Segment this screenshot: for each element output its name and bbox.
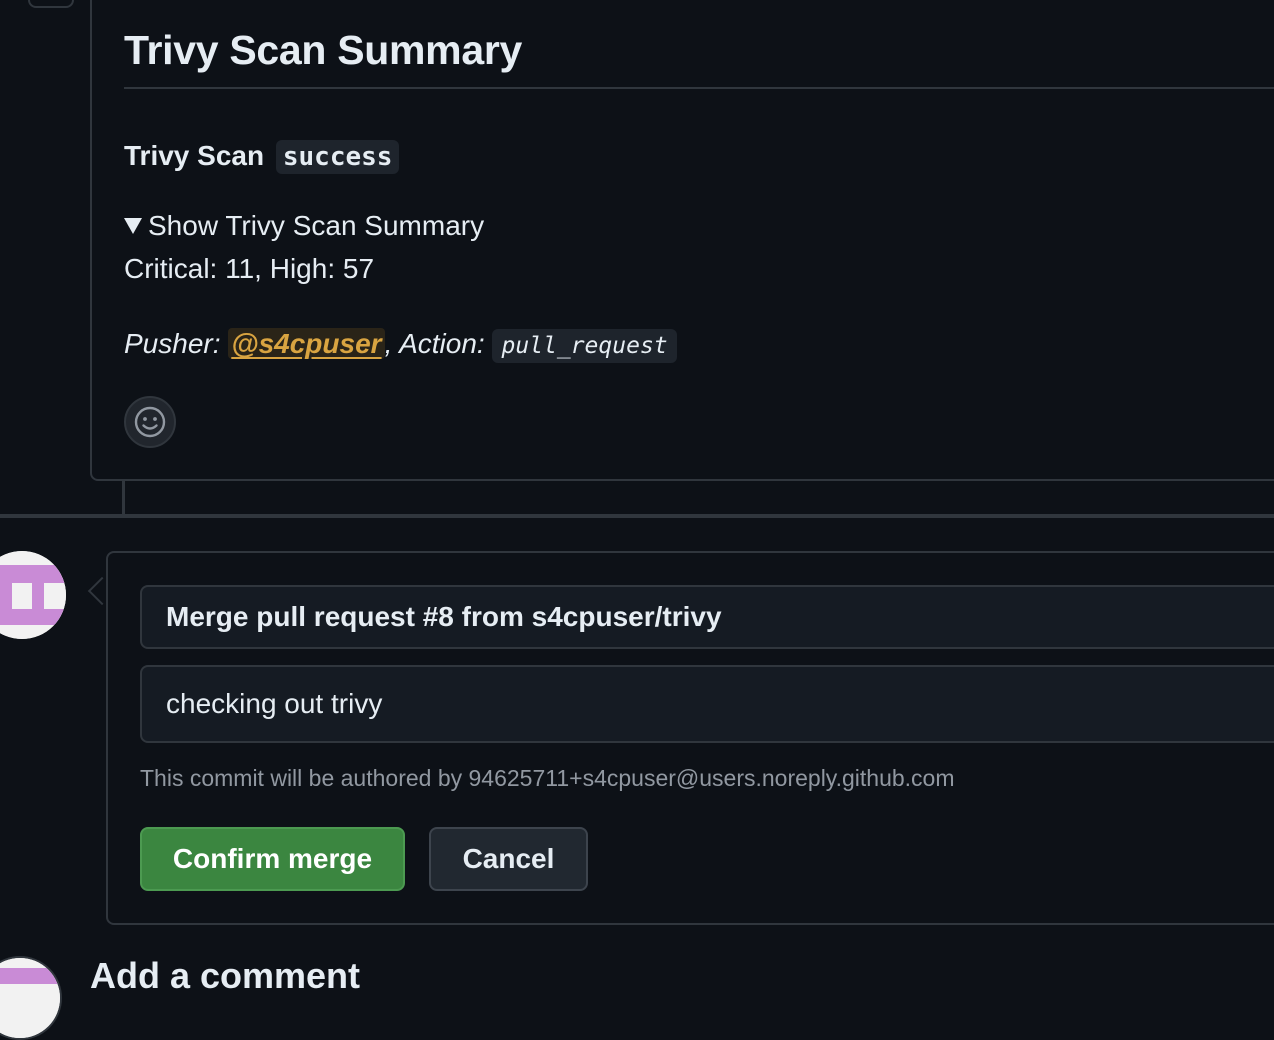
pusher-label: Pusher: — [124, 328, 221, 359]
timeline-divider — [0, 514, 1274, 518]
cancel-button[interactable]: Cancel — [429, 827, 588, 891]
commit-title-input[interactable]: Merge pull request #8 from s4cpuser/triv… — [140, 585, 1274, 649]
action-label: , Action: — [384, 328, 485, 359]
scan-status-badge: success — [275, 140, 400, 174]
timeline-connector — [122, 481, 125, 516]
user-mention-link[interactable]: @s4cpuser — [228, 328, 385, 359]
vulnerability-counts: Critical: 11, High: 57 — [124, 253, 375, 284]
avatar-corner — [28, 0, 74, 8]
action-value: pull_request — [492, 329, 677, 363]
smiley-icon — [134, 406, 166, 438]
scan-label: Trivy Scan — [124, 140, 265, 171]
title-divider — [124, 87, 1274, 89]
add-reaction-button[interactable] — [124, 396, 176, 448]
comment-title: Trivy Scan Summary — [124, 27, 522, 73]
avatar — [0, 956, 62, 1040]
identicon-icon — [0, 958, 60, 1038]
confirm-merge-button[interactable]: Confirm merge — [140, 827, 405, 891]
triangle-down-icon — [124, 218, 142, 234]
identicon-icon — [0, 551, 66, 639]
details-toggle[interactable]: Show Trivy Scan Summary — [124, 208, 484, 244]
add-comment-heading: Add a comment — [90, 955, 361, 996]
scan-status-line: Trivy Scan success — [124, 138, 400, 175]
commit-author-note: This commit will be authored by 94625711… — [140, 765, 955, 791]
commit-message-textarea[interactable]: checking out trivy — [140, 665, 1274, 743]
details-summary-label: Show Trivy Scan Summary — [148, 210, 485, 241]
avatar[interactable] — [0, 551, 66, 639]
pusher-action-line: Pusher: @s4cpuser, Action: pull_request — [124, 324, 677, 366]
